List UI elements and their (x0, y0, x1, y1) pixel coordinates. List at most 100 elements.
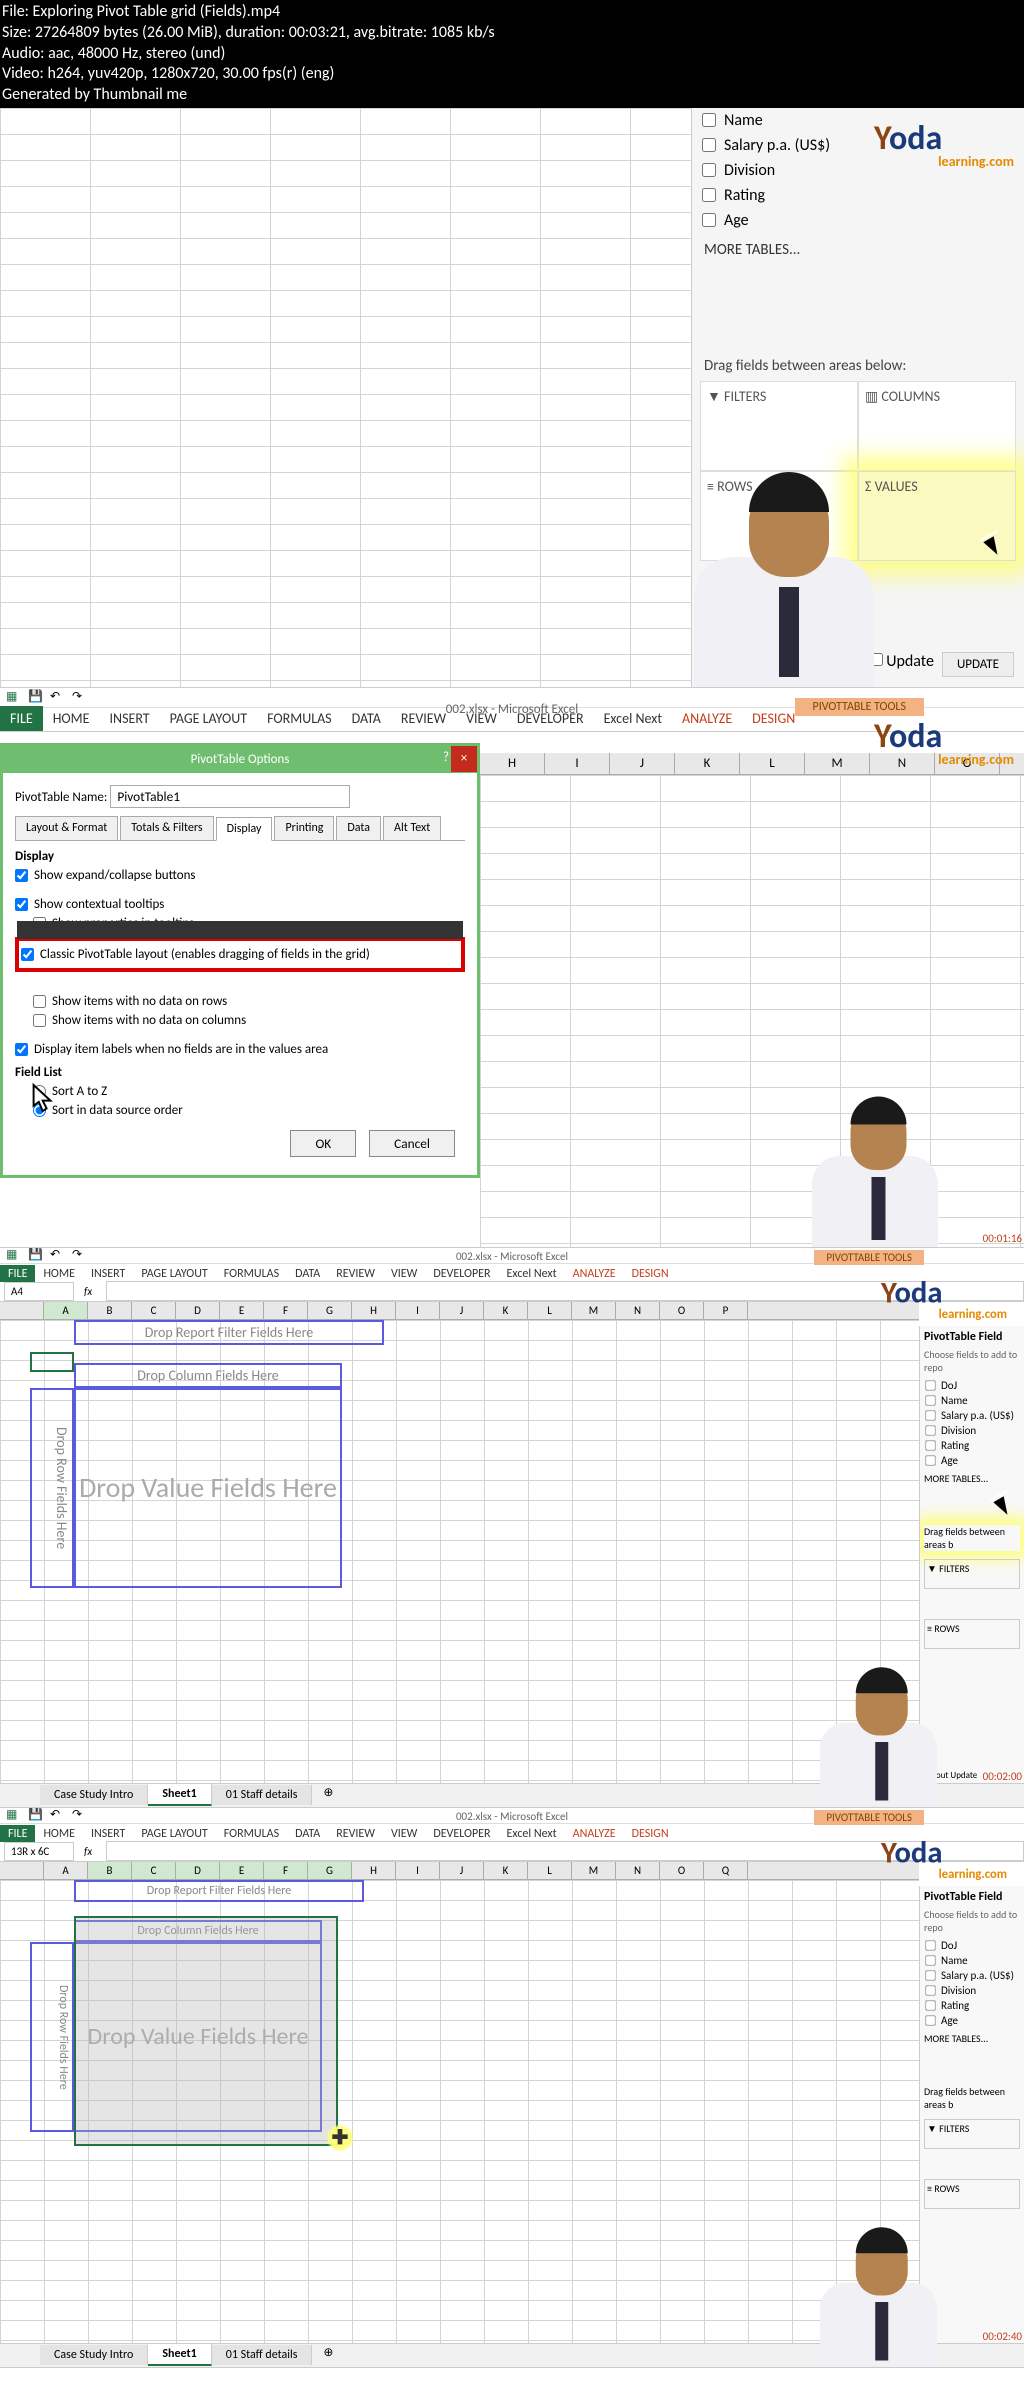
tab-excelnext[interactable]: Excel Next (499, 1825, 565, 1843)
add-sheet-icon[interactable]: ⊕ (318, 1785, 338, 1805)
tab-file[interactable]: FILE (0, 1825, 35, 1843)
dlg-tab-totals[interactable]: Totals & Filters (120, 816, 213, 840)
filters-area[interactable]: ▼ FILTERS (924, 1559, 1020, 1589)
help-icon[interactable]: ? (443, 750, 449, 765)
undo-icon[interactable]: ↶ (50, 1248, 66, 1264)
col-hdr[interactable]: F (264, 1302, 308, 1319)
sheet-tab-casestudy[interactable]: Case Study Intro (40, 1785, 148, 1805)
col-hdr[interactable]: J (440, 1302, 484, 1319)
tab-file[interactable]: FILE (0, 1265, 35, 1283)
undo-icon[interactable]: ↶ (50, 1808, 66, 1824)
drop-filter-area[interactable]: Drop Report Filter Fields Here (74, 1880, 364, 1902)
fx-icon[interactable]: fx (84, 1285, 92, 1298)
col-hdr[interactable]: N (616, 1862, 660, 1879)
field-rating[interactable]: Rating (924, 1998, 1020, 2013)
drop-value-area[interactable]: Drop Value Fields Here (74, 1388, 342, 1588)
redo-icon[interactable]: ↷ (72, 1808, 88, 1824)
checkbox-icon[interactable] (702, 213, 716, 227)
col-hdr[interactable]: J (440, 1862, 484, 1879)
sheet-tab-sheet1[interactable]: Sheet1 (148, 1784, 211, 1806)
ok-button[interactable]: OK (290, 1130, 356, 1157)
tab-data[interactable]: DATA (342, 706, 391, 731)
tab-home[interactable]: HOME (35, 1825, 83, 1843)
chk-labels[interactable] (15, 1043, 28, 1056)
drop-row-area[interactable]: Drop Row Fields Here (30, 1388, 74, 1588)
checkbox-icon[interactable] (702, 163, 716, 177)
checkbox-icon[interactable] (702, 113, 716, 127)
tab-developer[interactable]: DEVELOPER (425, 1265, 498, 1283)
filters-area[interactable]: ▼ FILTERS (924, 2119, 1020, 2149)
field-salary[interactable]: Salary p.a. (US$) (924, 1408, 1020, 1423)
tab-data[interactable]: DATA (287, 1265, 328, 1283)
chk-classic[interactable] (21, 948, 34, 961)
tab-analyze[interactable]: ANALYZE (565, 1265, 624, 1283)
col-hdr[interactable]: A (44, 1302, 88, 1319)
chk-nocols[interactable] (33, 1014, 46, 1027)
tab-review[interactable]: REVIEW (328, 1265, 383, 1283)
tab-analyze[interactable]: ANALYZE (672, 706, 742, 731)
col-hdr[interactable]: P (704, 1302, 748, 1319)
field-doj[interactable]: DoJ (924, 1378, 1020, 1393)
redo-icon[interactable]: ↷ (72, 689, 88, 705)
col-hdr[interactable]: M (572, 1862, 616, 1879)
tab-excelnext[interactable]: Excel Next (594, 706, 672, 731)
save-icon[interactable]: 💾 (28, 1808, 44, 1824)
rows-area[interactable]: ≡ ROWS (924, 2179, 1020, 2209)
col-hdr[interactable]: M (805, 753, 870, 774)
field-age[interactable]: Age (924, 2013, 1020, 2028)
col-hdr[interactable]: H (352, 1302, 396, 1319)
col-hdr[interactable]: I (396, 1302, 440, 1319)
tab-review[interactable]: REVIEW (328, 1825, 383, 1843)
select-all-corner[interactable] (0, 1862, 44, 1879)
col-hdr[interactable]: F (264, 1862, 308, 1879)
tab-design[interactable]: DESIGN (624, 1825, 677, 1843)
col-hdr[interactable]: G (308, 1862, 352, 1879)
save-icon[interactable]: 💾 (28, 689, 44, 705)
tab-view[interactable]: VIEW (383, 1825, 425, 1843)
select-all-corner[interactable] (0, 1302, 44, 1319)
dialog-titlebar[interactable]: PivotTable Options ? × (3, 746, 477, 773)
col-hdr[interactable]: L (528, 1862, 572, 1879)
col-hdr[interactable]: E (220, 1862, 264, 1879)
col-hdr[interactable]: A (44, 1862, 88, 1879)
col-hdr[interactable]: N (616, 1302, 660, 1319)
redo-icon[interactable]: ↷ (72, 1248, 88, 1264)
drop-row-area[interactable]: Drop Row Fields Here (30, 1942, 74, 2132)
checkbox-icon[interactable] (702, 188, 716, 202)
cancel-button[interactable]: Cancel (369, 1130, 455, 1157)
col-hdr[interactable]: C (132, 1302, 176, 1319)
tab-file[interactable]: FILE (0, 706, 43, 731)
tab-formulas[interactable]: FORMULAS (216, 1265, 287, 1283)
tab-pagelayout[interactable]: PAGE LAYOUT (133, 1825, 215, 1843)
tab-insert[interactable]: INSERT (100, 706, 160, 731)
spreadsheet-grid[interactable] (480, 775, 1024, 1247)
tab-view[interactable]: VIEW (383, 1265, 425, 1283)
col-hdr[interactable]: B (88, 1302, 132, 1319)
col-hdr[interactable]: G (308, 1302, 352, 1319)
save-icon[interactable]: 💾 (28, 1248, 44, 1264)
tab-design[interactable]: DESIGN (624, 1265, 677, 1283)
field-division[interactable]: Division (924, 1423, 1020, 1438)
close-icon[interactable]: × (451, 746, 477, 772)
name-box[interactable]: 13R x 6C (4, 1842, 74, 1861)
chk-norows[interactable] (33, 995, 46, 1008)
rows-area[interactable]: ≡ ROWS (924, 1619, 1020, 1649)
tab-analyze[interactable]: ANALYZE (565, 1825, 624, 1843)
checkbox-icon[interactable] (702, 138, 716, 152)
col-hdr[interactable]: K (484, 1862, 528, 1879)
drop-filter-area[interactable]: Drop Report Filter Fields Here (74, 1320, 384, 1345)
fx-icon[interactable]: fx (84, 1845, 92, 1858)
sheet-tab-staff[interactable]: 01 Staff details (212, 1785, 313, 1805)
col-hdr[interactable]: K (484, 1302, 528, 1319)
tab-formulas[interactable]: FORMULAS (257, 706, 342, 731)
tab-insert[interactable]: INSERT (83, 1265, 133, 1283)
dlg-tab-printing[interactable]: Printing (274, 816, 334, 840)
sheet-tab-staff[interactable]: 01 Staff details (212, 2345, 313, 2365)
sheet-tab-casestudy[interactable]: Case Study Intro (40, 2345, 148, 2365)
defer-update-check[interactable]: Update (870, 652, 934, 677)
tab-pagelayout[interactable]: PAGE LAYOUT (160, 706, 257, 731)
col-hdr[interactable]: L (528, 1302, 572, 1319)
field-division[interactable]: Division (924, 1983, 1020, 1998)
tab-home[interactable]: HOME (35, 1265, 83, 1283)
field-name[interactable]: Name (924, 1953, 1020, 1968)
